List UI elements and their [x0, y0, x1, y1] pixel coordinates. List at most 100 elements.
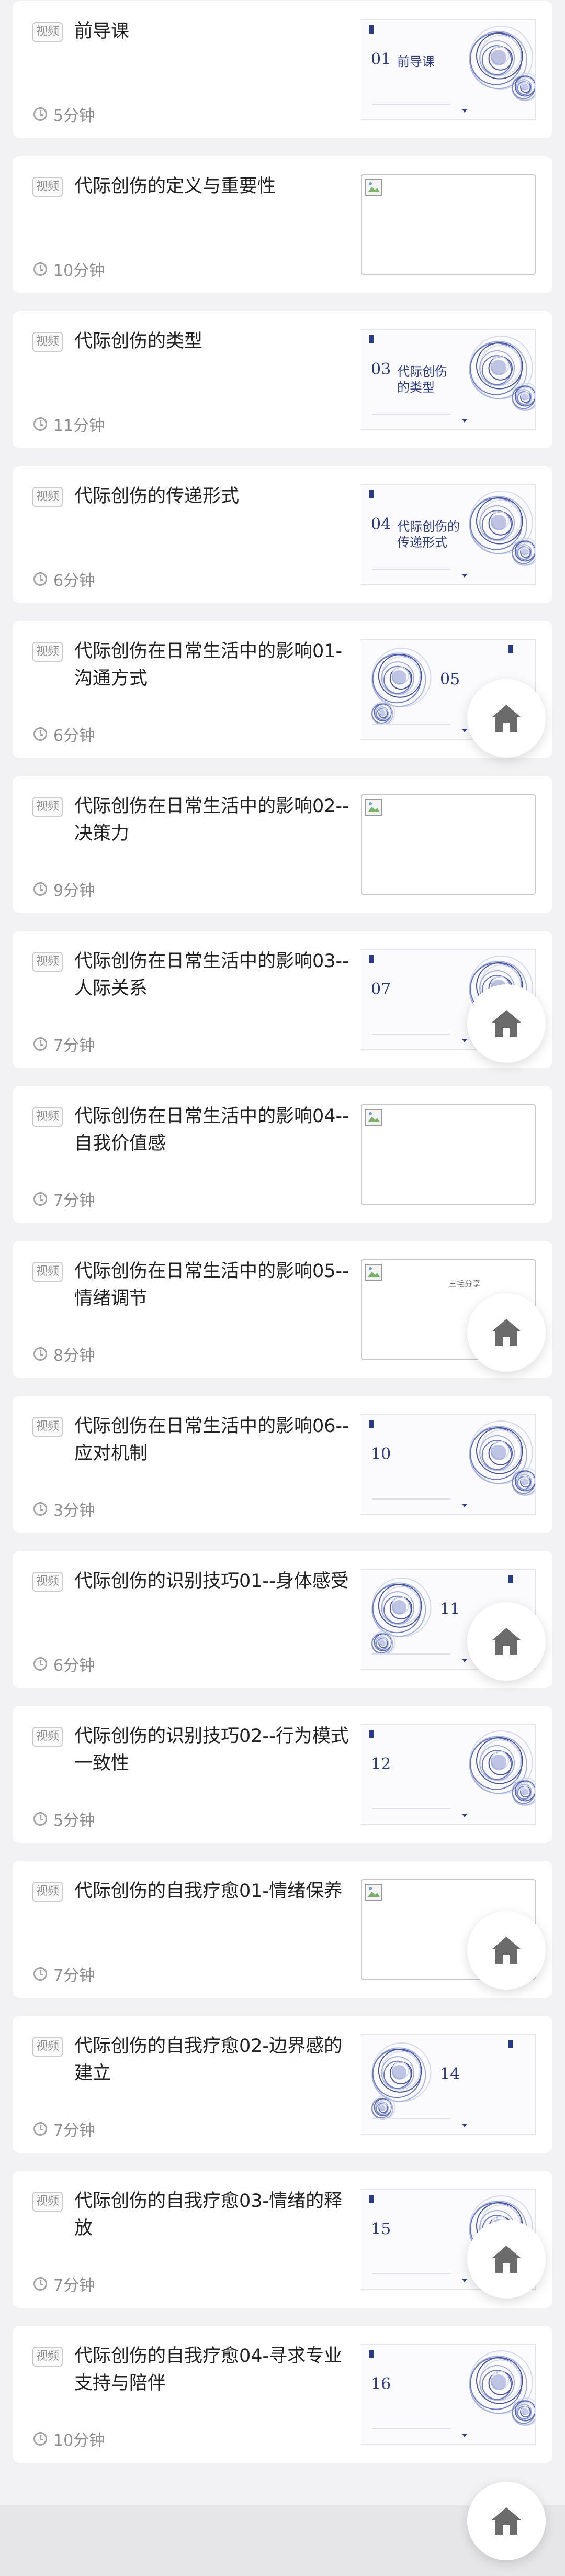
slide-number: 07 [371, 980, 391, 998]
lesson-duration: 10分钟 [33, 2429, 105, 2450]
duration-text: 7分钟 [53, 1967, 95, 1985]
lesson-thumbnail[interactable]: 03 代际创伤 的类型 [361, 329, 536, 430]
lesson-title[interactable]: 代际创伤的定义与重要性 [74, 173, 357, 200]
clock-icon [33, 1502, 47, 1516]
home-icon [492, 1319, 521, 1346]
duration-text: 6分钟 [53, 1657, 95, 1675]
video-badge: 视频 [32, 1572, 63, 1592]
lesson-title[interactable]: 代际创伤的自我疗愈03-情绪的释放 [74, 2188, 357, 2242]
lesson-title[interactable]: 前导课 [74, 18, 357, 45]
clock-icon [33, 727, 47, 741]
lesson-card[interactable]: 视频 前导课 5分钟 01 前导课 [13, 1, 552, 138]
lesson-card[interactable]: 视频 代际创伤的自我疗愈04-寻求专业支持与陪伴 10分钟 16 [13, 2326, 552, 2463]
home-button[interactable] [467, 2482, 546, 2560]
lesson-title[interactable]: 代际创伤的自我疗愈02-边界感的建立 [74, 2033, 357, 2087]
video-badge: 视频 [32, 22, 63, 42]
lesson-card[interactable]: 视频 代际创伤的识别技巧01--身体感受 6分钟 11 [13, 1551, 552, 1688]
lesson-title[interactable]: 代际创伤在日常生活中的影响01-沟通方式 [74, 638, 357, 692]
lesson-thumbnail[interactable]: 10 [361, 1414, 536, 1515]
lesson-card[interactable]: 视频 代际创伤在日常生活中的影响04--自我价值感 7分钟 [13, 1086, 552, 1223]
lesson-title[interactable]: 代际创伤的自我疗愈01-情绪保养 [74, 1878, 357, 1905]
slide-thumbnail-art [369, 335, 535, 423]
slide-number: 12 [371, 1755, 391, 1773]
lesson-card[interactable]: 视频 代际创伤在日常生活中的影响01-沟通方式 6分钟 05 [13, 621, 552, 758]
home-button[interactable] [467, 984, 546, 1063]
slide-number: 16 [371, 2375, 391, 2393]
duration-text: 10分钟 [53, 262, 105, 280]
home-button[interactable] [467, 2220, 546, 2299]
duration-text: 8分钟 [53, 1347, 95, 1365]
broken-image-thumbnail[interactable] [361, 794, 536, 895]
slide-thumbnail-art [369, 1420, 535, 1507]
lesson-title[interactable]: 代际创伤在日常生活中的影响04--自我价值感 [74, 1103, 357, 1157]
broken-image-icon [365, 1109, 382, 1126]
lesson-thumbnail[interactable]: 12 [361, 1724, 536, 1825]
slide-title: 前导课 [397, 54, 435, 69]
lesson-card[interactable]: 视频 代际创伤的定义与重要性 10分钟 [13, 156, 552, 293]
lesson-title[interactable]: 代际创伤在日常生活中的影响05--情绪调节 [74, 1258, 357, 1312]
home-icon [492, 705, 521, 732]
lesson-card[interactable]: 视频 代际创伤的识别技巧02--行为模式一致性 5分钟 12 [13, 1706, 552, 1843]
slide-number: 04 [371, 515, 391, 534]
lesson-thumbnail[interactable]: 14 [361, 2034, 536, 2135]
lesson-title[interactable]: 代际创伤的识别技巧02--行为模式一致性 [74, 1723, 357, 1777]
broken-image-icon [365, 799, 382, 816]
video-badge: 视频 [32, 2037, 63, 2057]
lesson-title[interactable]: 代际创伤在日常生活中的影响03--人际关系 [74, 948, 357, 1002]
lesson-thumbnail[interactable]: 04 代际创伤的 传递形式 [361, 484, 536, 585]
broken-image-thumbnail[interactable] [361, 1104, 536, 1205]
slide-number: 05 [440, 670, 460, 689]
clock-icon [33, 1347, 47, 1361]
lesson-duration: 11分钟 [33, 415, 105, 435]
lesson-card[interactable]: 视频 代际创伤在日常生活中的影响05--情绪调节 8分钟 [13, 1241, 552, 1378]
lesson-title[interactable]: 代际创伤在日常生活中的影响06--应对机制 [74, 1413, 357, 1467]
lesson-title[interactable]: 代际创伤的类型 [74, 328, 357, 355]
broken-image-thumbnail[interactable] [361, 174, 536, 275]
lesson-thumbnail[interactable]: 16 [361, 2344, 536, 2445]
lesson-title[interactable]: 代际创伤在日常生活中的影响02--决策力 [74, 793, 357, 847]
video-badge: 视频 [32, 177, 63, 197]
clock-icon [33, 572, 47, 586]
clock-icon [33, 1967, 47, 1981]
clock-icon [33, 1812, 47, 1826]
video-badge: 视频 [32, 2192, 63, 2212]
home-icon [492, 1937, 521, 1964]
lesson-card[interactable]: 视频 代际创伤的传递形式 6分钟 04 代际创伤的 传递形式 [13, 466, 552, 603]
video-badge: 视频 [32, 487, 63, 507]
duration-text: 7分钟 [53, 2122, 95, 2140]
home-button[interactable] [467, 1911, 546, 1990]
lesson-card[interactable]: 视频 代际创伤的类型 11分钟 03 代际创伤 的类型 [13, 311, 552, 448]
lesson-thumbnail[interactable]: 01 前导课 [361, 19, 536, 120]
lesson-title[interactable]: 代际创伤的传递形式 [74, 483, 357, 510]
home-icon [492, 1628, 521, 1655]
clock-icon [33, 2122, 47, 2136]
clock-icon [33, 2277, 47, 2291]
video-badge: 视频 [32, 1417, 63, 1437]
clock-icon [33, 1192, 47, 1206]
home-button[interactable] [467, 1602, 546, 1681]
duration-text: 7分钟 [53, 2277, 95, 2295]
lesson-card[interactable]: 视频 代际创伤在日常生活中的影响03--人际关系 7分钟 07 [13, 931, 552, 1068]
lesson-duration: 7分钟 [33, 1035, 95, 1055]
lesson-card[interactable]: 视频 代际创伤的自我疗愈03-情绪的释放 7分钟 15 [13, 2171, 552, 2308]
clock-icon [33, 1657, 47, 1671]
video-badge: 视频 [32, 332, 63, 352]
lesson-card[interactable]: 视频 代际创伤的自我疗愈01-情绪保养 7分钟 [13, 1861, 552, 1998]
broken-image-icon [365, 179, 382, 196]
lesson-title[interactable]: 代际创伤的自我疗愈04-寻求专业支持与陪伴 [74, 2342, 357, 2397]
slide-thumbnail-art [369, 490, 535, 578]
slide-number: 03 [371, 360, 391, 379]
lesson-card[interactable]: 视频 代际创伤在日常生活中的影响02--决策力 9分钟 [13, 776, 552, 913]
lesson-card[interactable]: 视频 代际创伤的自我疗愈02-边界感的建立 7分钟 14 [13, 2016, 552, 2153]
slide-number: 14 [440, 2065, 460, 2083]
duration-text: 5分钟 [53, 107, 95, 125]
broken-image-icon [365, 1264, 382, 1281]
lesson-card[interactable]: 视频 代际创伤在日常生活中的影响06--应对机制 3分钟 10 [13, 1396, 552, 1533]
home-button[interactable] [467, 1293, 546, 1372]
lesson-title[interactable]: 代际创伤的识别技巧01--身体感受 [74, 1568, 357, 1595]
slide-title: 传递形式 [397, 535, 447, 550]
lesson-duration: 3分钟 [33, 1500, 95, 1520]
lesson-duration: 6分钟 [33, 570, 95, 590]
duration-text: 6分钟 [53, 572, 95, 590]
home-button[interactable] [467, 679, 546, 758]
